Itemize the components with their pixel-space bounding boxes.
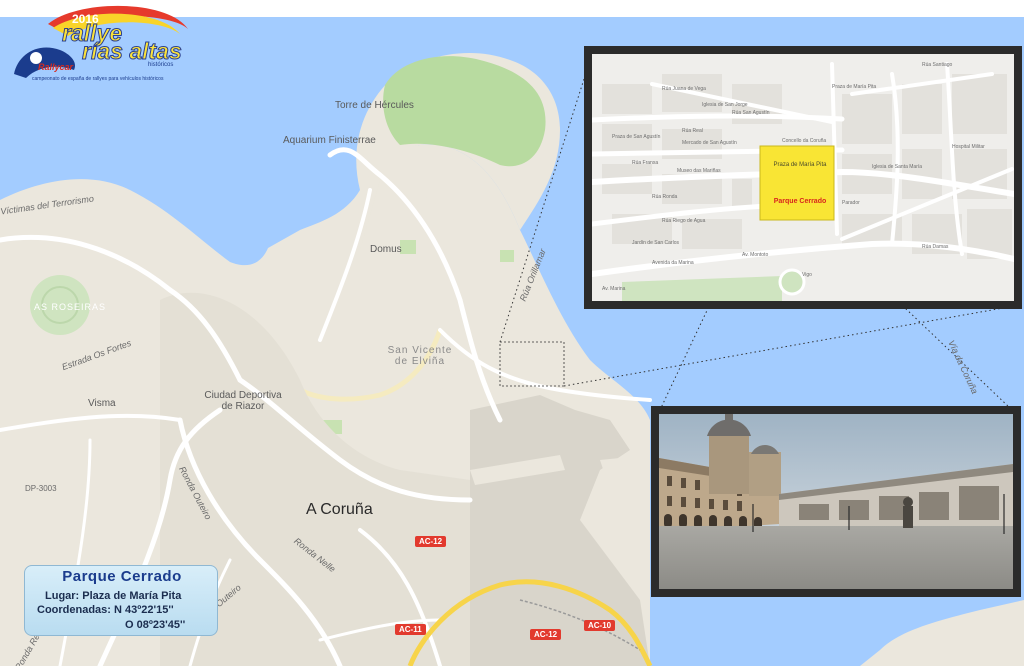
city-label: A Coruña [306, 501, 373, 518]
inset-street-juana: Rúa Juana de Vega [662, 86, 706, 92]
inset-poi-museo[interactable]: Museo das Mariñas [677, 168, 721, 174]
ac11-shield: AC-11 [395, 624, 426, 635]
inset-street-maria: Praza de María Pita [832, 84, 877, 90]
inset-poi-concello[interactable]: Concello da Coruña [782, 138, 826, 144]
inset-poi-sanjorge[interactable]: Iglesia de San Jorge [702, 102, 748, 108]
green-4 [400, 240, 416, 254]
district-label: San Vicente de Elviña [387, 345, 453, 367]
logo-brand: Rallycar [38, 62, 74, 72]
torre-label[interactable]: Torre de Hércules [335, 100, 414, 111]
inset-street-damas: Rúa Damas [922, 244, 949, 250]
inset-poi-mercado[interactable]: Mercado de San Agustín [682, 140, 737, 146]
info-title: Parque Cerrado [62, 568, 182, 585]
parque-cerrado-square [759, 145, 835, 221]
inset-street-franxa: Rúa Franxa [632, 160, 659, 166]
inset-street-marina: Avenida da Marina [652, 260, 694, 266]
inset-street-real: Rúa Real [682, 128, 703, 134]
inset-poi-jardin[interactable]: Jardín de San Carlos [632, 240, 679, 246]
estadio-label[interactable]: Ciudad Deportiva de Riazor [203, 390, 283, 412]
ac12-shield: AC-12 [415, 536, 447, 547]
visma-label: Visma [88, 398, 116, 409]
info-coord-o: O 08º23'45'' [125, 619, 186, 631]
inset-map[interactable]: Praza de María Pita Parque Cerrado Rúa R… [592, 54, 1014, 301]
inset-street-santiago: Rúa Santiago [922, 62, 953, 68]
info-coord-n: Coordenadas: N 43º22'15'' [37, 604, 174, 616]
inset-poi-vigo[interactable]: Vigo [802, 272, 812, 278]
ac12-shield-2: AC-12 [530, 629, 562, 640]
plaza-photo [659, 414, 1013, 589]
logo-tagline: campeonato de españa de rallyes para veh… [32, 76, 164, 82]
poster: Torre de Hércules Aquarium Finisterrae D… [0, 0, 1024, 666]
inset-poi-iglesia[interactable]: Iglesia de Santa María [872, 164, 922, 170]
aquarium-label[interactable]: Aquarium Finisterrae [283, 135, 376, 146]
logo-title-2: rías altas [82, 38, 183, 64]
as-roseiras-label: AS ROSEIRAS [34, 302, 107, 312]
logo-subtitle: históricos [148, 62, 174, 68]
plaza-photo-drawing [659, 414, 1013, 589]
rallye-logo: 2016 rallye rías altas históricos Rallyc… [8, 4, 194, 92]
inset-street-riego: Rúa Riego de Agua [662, 218, 706, 224]
ac10-shield: AC-10 [584, 620, 616, 631]
dp3003-label: DP-3003 [25, 484, 57, 493]
info-lugar: Lugar: Plaza de María Pita [45, 590, 182, 602]
inset-map-frame: Praza de María Pita Parque Cerrado Rúa R… [584, 46, 1022, 309]
domus-label[interactable]: Domus [370, 244, 402, 255]
inset-street-sanagustin: Rúa San Agustín [732, 110, 770, 116]
parque-info-box: Parque Cerrado Lugar: Plaza de María Pit… [24, 565, 218, 636]
inset-street-marina2: Av. Marina [602, 286, 626, 292]
inset-poi-parador[interactable]: Parador [842, 200, 860, 206]
green-5 [500, 250, 514, 262]
inset-poi-hospital[interactable]: Hospital Militar [952, 144, 985, 150]
plaza-photo-frame [651, 406, 1021, 597]
inset-street-montoto: Av. Montoto [742, 252, 769, 258]
inset-square-name: Praza de María Pita [773, 162, 827, 168]
inset-parque-label: Parque Cerrado [773, 198, 827, 205]
inset-street-ronda: Rúa Ronda [652, 194, 678, 200]
inset-street-praza: Praza de San Agustín [612, 134, 661, 140]
